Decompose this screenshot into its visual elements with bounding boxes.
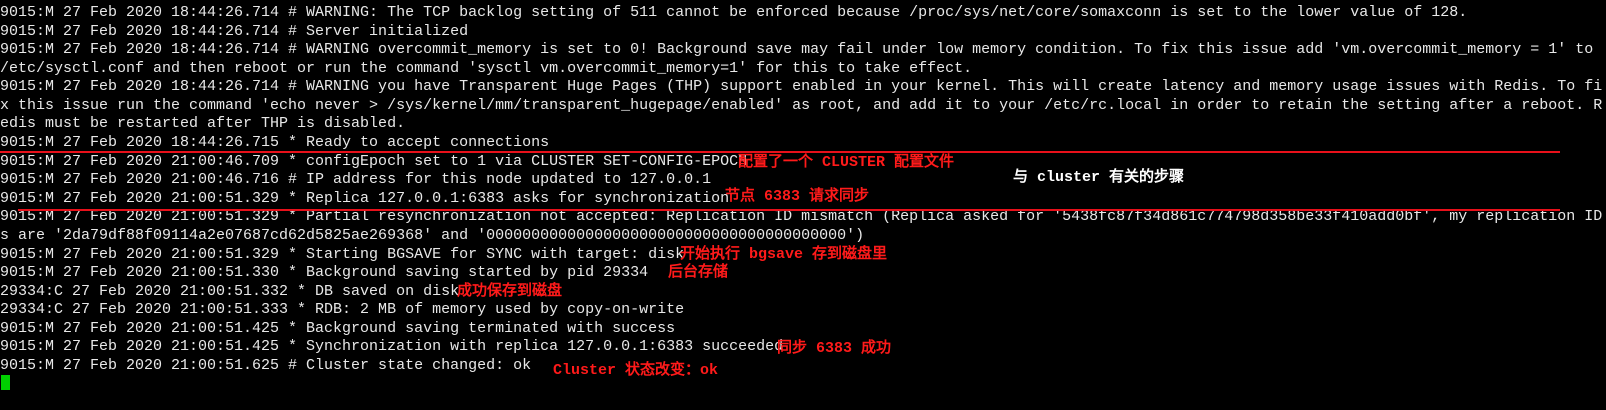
log-line: 29334:C 27 Feb 2020 21:00:51.332 * DB sa… xyxy=(0,282,460,300)
log-line: /etc/sysctl.conf and then reboot or run … xyxy=(0,59,973,77)
log-line: edis must be restarted after THP is disa… xyxy=(0,115,406,133)
annotation-cluster-steps: 与 cluster 有关的步骤 xyxy=(1013,169,1185,186)
log-line: 29334:C 27 Feb 2020 21:00:51.333 * RDB: … xyxy=(0,301,685,319)
annotation-underline-bottom xyxy=(18,209,1560,211)
log-line: 9015:M 27 Feb 2020 18:44:26.715 * Ready … xyxy=(0,134,550,152)
log-line: s are '2da79df88f09114a2e07687cd62d5825a… xyxy=(0,226,865,244)
log-line: 9015:M 27 Feb 2020 21:00:51.625 # Cluste… xyxy=(0,356,532,374)
log-line: 9015:M 27 Feb 2020 21:00:51.425 * Backgr… xyxy=(0,319,676,337)
annotation-background-save: 后台存储 xyxy=(668,264,729,281)
log-line: 9015:M 27 Feb 2020 18:44:26.714 # Server… xyxy=(0,22,469,40)
annotation-sync-success: 同步 6383 成功 xyxy=(777,340,892,357)
log-line: 9015:M 27 Feb 2020 21:00:51.329 * Partia… xyxy=(0,208,1603,226)
annotation-node-sync-request: 节点 6383 请求同步 xyxy=(725,188,870,205)
terminal-cursor xyxy=(1,375,10,390)
log-line: 9015:M 27 Feb 2020 18:44:26.714 # WARNIN… xyxy=(0,4,1468,21)
log-line: 9015:M 27 Feb 2020 21:00:46.716 # IP add… xyxy=(0,171,712,189)
log-line: 9015:M 27 Feb 2020 18:44:26.714 # WARNIN… xyxy=(0,78,1603,96)
annotation-cluster-state: Cluster 状态改变：ok xyxy=(553,362,719,379)
annotation-config-cluster: 配置了一个 CLUSTER 配置文件 xyxy=(738,154,955,171)
annotation-saved-to-disk: 成功保存到磁盘 xyxy=(457,283,563,300)
log-line: 9015:M 27 Feb 2020 21:00:51.330 * Backgr… xyxy=(0,264,649,282)
log-line: x this issue run the command 'echo never… xyxy=(0,96,1603,114)
annotation-start-bgsave: 开始执行 bgsave 存到磁盘里 xyxy=(680,246,888,263)
annotation-underline-top xyxy=(0,151,1560,153)
log-line: 9015:M 27 Feb 2020 18:44:26.714 # WARNIN… xyxy=(0,41,1594,59)
